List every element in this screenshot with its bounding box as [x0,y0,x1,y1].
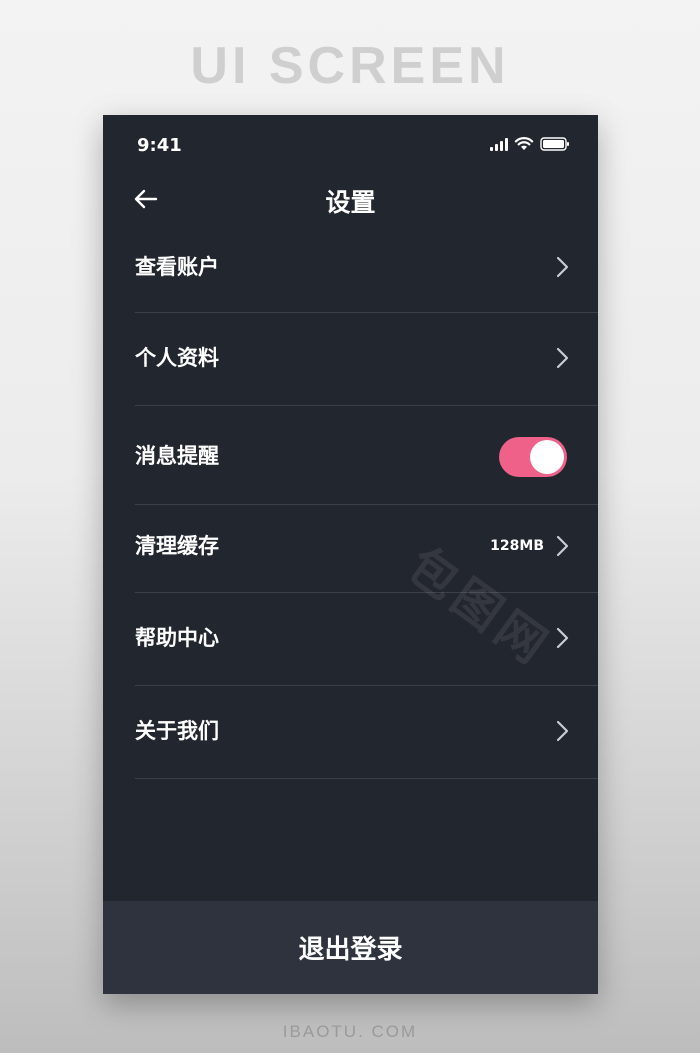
settings-item-label: 关于我们 [135,719,219,743]
settings-list: 查看账户 个人资料 消息提醒 清理缓存 128MB 帮助中心 关于我们 [103,223,598,779]
settings-item-label: 查看账户 [135,255,219,279]
signal-icon [490,137,508,151]
settings-item-profile[interactable]: 个人资料 [103,313,598,406]
battery-icon [540,137,569,151]
page-title: 设置 [325,188,376,217]
notification-toggle[interactable] [499,437,567,477]
footer-site: IBAOTU. COM [282,1022,418,1041]
settings-item-help[interactable]: 帮助中心 [103,593,598,686]
status-icons [490,137,570,151]
phone-screen: 9:41 设置 查看账户 个人资料 消息提醒 清理缓存 128MB 帮助中心 关… [103,115,598,994]
wifi-icon [514,137,534,150]
chevron-right-icon [556,347,569,369]
divider [135,778,598,779]
settings-item-account[interactable]: 查看账户 [103,223,598,313]
settings-item-label: 清理缓存 [135,534,219,558]
settings-item-label: 消息提醒 [135,444,219,468]
cache-size-value: 128MB [490,538,544,554]
page-heading: UI SCREEN [190,37,510,95]
logout-button[interactable]: 退出登录 [103,901,598,994]
logout-label: 退出登录 [298,935,403,965]
chevron-right-icon [556,627,569,649]
settings-item-label: 个人资料 [135,346,219,370]
settings-item-label: 帮助中心 [135,626,219,650]
settings-item-about[interactable]: 关于我们 [103,686,598,779]
chevron-right-icon [556,256,569,278]
chevron-right-icon [556,535,569,557]
status-time: 9:41 [137,135,182,156]
toggle-knob [530,440,564,474]
nav-bar: 设置 [103,177,598,223]
settings-item-clear-cache[interactable]: 清理缓存 128MB [103,505,598,593]
status-bar: 9:41 [103,115,598,175]
settings-item-notifications: 消息提醒 [103,406,598,505]
chevron-right-icon [556,720,569,742]
